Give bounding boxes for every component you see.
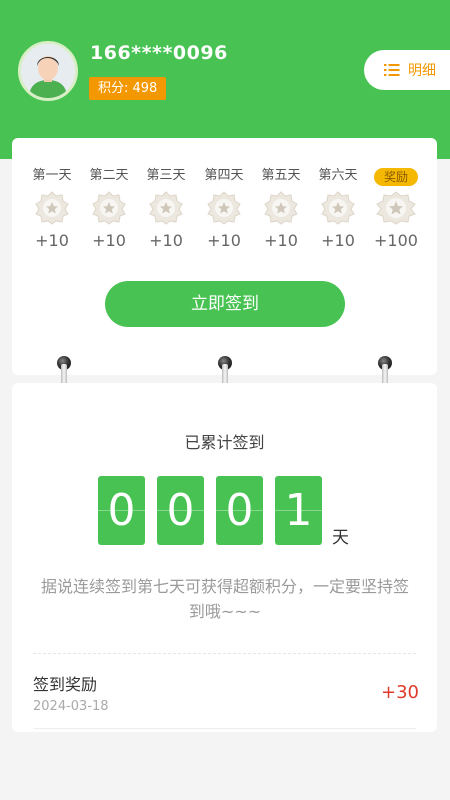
day-1: 第一天 +10	[27, 166, 77, 250]
divider	[33, 653, 416, 654]
reward-badge: 奖励	[374, 168, 418, 186]
day-4: 第四天 +10	[199, 166, 249, 250]
user-phone: 166****0096	[90, 42, 228, 64]
list-icon	[384, 64, 400, 76]
day-points: +10	[35, 231, 69, 250]
day-label: 第五天	[261, 168, 301, 183]
star-badge-icon	[149, 191, 183, 225]
day-points: +10	[149, 231, 183, 250]
counter-unit: 天	[332, 528, 349, 548]
day-reward: 奖励 +100	[371, 166, 421, 250]
counter-digit: 0	[157, 476, 204, 545]
points-badge: 积分: 498	[89, 77, 167, 100]
record-title: 签到奖励	[33, 675, 98, 694]
day-points: +100	[374, 231, 418, 250]
detail-label: 明细	[408, 63, 436, 79]
star-badge-icon	[321, 191, 355, 225]
day-6: 第六天 +10	[313, 166, 363, 250]
total-title: 已累计签到	[184, 433, 265, 452]
detail-button[interactable]: 明细	[364, 50, 450, 90]
day-label: 第一天	[32, 168, 72, 183]
avatar-person-icon	[21, 44, 75, 98]
checkin-card: 第一天 +10 第二天 +10 第三天 +10 第四天 +10 第五天 +10 …	[12, 138, 437, 375]
divider	[33, 728, 416, 729]
day-5: 第五天 +10	[256, 166, 306, 250]
record-points: +30	[381, 682, 419, 703]
day-label: 第三天	[146, 168, 186, 183]
avatar[interactable]	[18, 41, 78, 101]
day-label: 第二天	[89, 168, 129, 183]
checkin-days: 第一天 +10 第二天 +10 第三天 +10 第四天 +10 第五天 +10 …	[12, 166, 437, 256]
star-badge-icon	[92, 191, 126, 225]
day-points: +10	[264, 231, 298, 250]
day-points: +10	[92, 231, 126, 250]
day-points: +10	[207, 231, 241, 250]
checkin-button[interactable]: 立即签到	[105, 281, 345, 327]
counter-digit: 1	[275, 476, 322, 545]
day-label: 第六天	[318, 168, 358, 183]
day-2: 第二天 +10	[84, 166, 134, 250]
star-badge-icon	[207, 191, 241, 225]
counter-digit: 0	[98, 476, 145, 545]
day-points: +10	[321, 231, 355, 250]
day-label: 第四天	[204, 168, 244, 183]
star-badge-icon	[35, 191, 69, 225]
summary-card: 已累计签到 0 0 0 1 天 据说连续签到第七天可获得超额积分，一定要坚持签到…	[12, 383, 437, 732]
reward-star-badge-icon	[376, 191, 416, 225]
counter-digit: 0	[216, 476, 263, 545]
star-badge-icon	[264, 191, 298, 225]
day-3: 第三天 +10	[141, 166, 191, 250]
record-date: 2024-03-18	[33, 699, 109, 714]
checkin-tip: 据说连续签到第七天可获得超额积分，一定要坚持签到哦~~~	[40, 577, 409, 621]
